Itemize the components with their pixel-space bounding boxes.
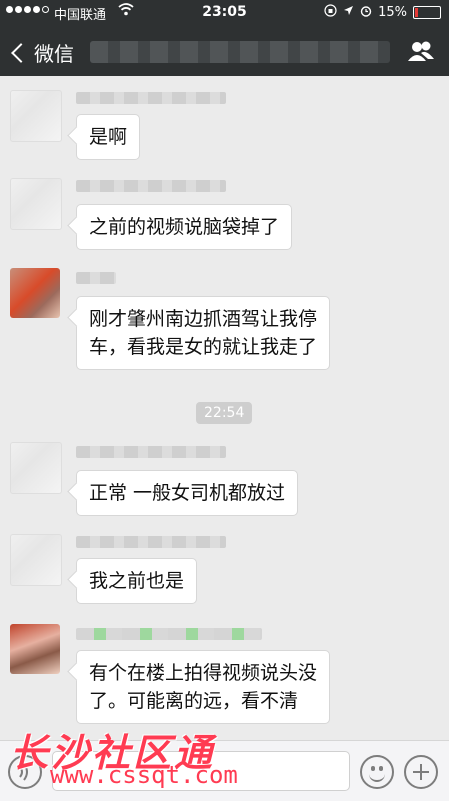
avatar[interactable] [10, 90, 62, 142]
group-members-icon[interactable] [407, 40, 435, 62]
message-bubble[interactable]: 正常 一般女司机都放过 [76, 470, 299, 516]
message-text: 正常 一般女司机都放过 [89, 482, 286, 504]
chat-title-pixelated [90, 41, 390, 63]
message-bubble[interactable]: 之前的视频说脑袋掉了 [76, 204, 293, 250]
location-icon [343, 5, 354, 20]
sender-name-pixelated [76, 446, 226, 458]
emoji-icon [371, 766, 375, 771]
sender-name-pixelated [76, 536, 226, 548]
message-text: 有个在楼上拍得视频说头没 [89, 662, 318, 684]
avatar[interactable] [10, 624, 60, 674]
battery-percent: 15% [378, 5, 407, 20]
avatar[interactable] [10, 442, 62, 494]
message-text: 了。可能离的远，看不清 [89, 690, 299, 712]
message-text: 车，看我是女的就让我走了 [89, 336, 318, 358]
sender-name-pixelated [76, 92, 226, 104]
message-bubble[interactable]: 我之前也是 [76, 558, 198, 604]
rotation-lock-icon [324, 4, 337, 21]
watermark-url: www.cssqt.com [50, 761, 238, 789]
chevron-left-icon [11, 42, 31, 63]
battery-icon [413, 6, 441, 19]
avatar[interactable] [10, 268, 60, 318]
sender-name-pixelated [76, 628, 262, 640]
message-text: 我之前也是 [89, 570, 185, 592]
timestamp-pill: 22:54 [196, 402, 253, 424]
back-button[interactable]: 微信 [10, 38, 74, 67]
message-bubble[interactable]: 是啊 [76, 114, 141, 160]
sender-name-pixelated [76, 180, 226, 192]
sender-name-pixelated [76, 272, 116, 284]
message-text: 之前的视频说脑袋掉了 [89, 216, 280, 238]
alarm-icon [360, 5, 372, 21]
nav-bar: 微信 [0, 26, 449, 76]
message-bubble[interactable]: 有个在楼上拍得视频说头没 了。可能离的远，看不清 [76, 650, 331, 724]
message-text: 刚才肇州南边抓酒驾让我停 [89, 308, 318, 330]
emoji-button[interactable] [360, 755, 394, 789]
back-label: 微信 [34, 42, 74, 66]
message-text: 是啊 [89, 126, 128, 148]
status-bar: 中国联通 23:05 15% [0, 0, 449, 26]
avatar[interactable] [10, 534, 62, 586]
more-options-button[interactable] [404, 755, 438, 789]
message-bubble[interactable]: 刚才肇州南边抓酒驾让我停 车，看我是女的就让我走了 [76, 296, 331, 370]
avatar[interactable] [10, 178, 62, 230]
chat-area[interactable]: 是啊 之前的视频说脑袋掉了 刚才肇州南边抓酒驾让我停 车，看我是女的就让我走了 … [0, 76, 449, 740]
